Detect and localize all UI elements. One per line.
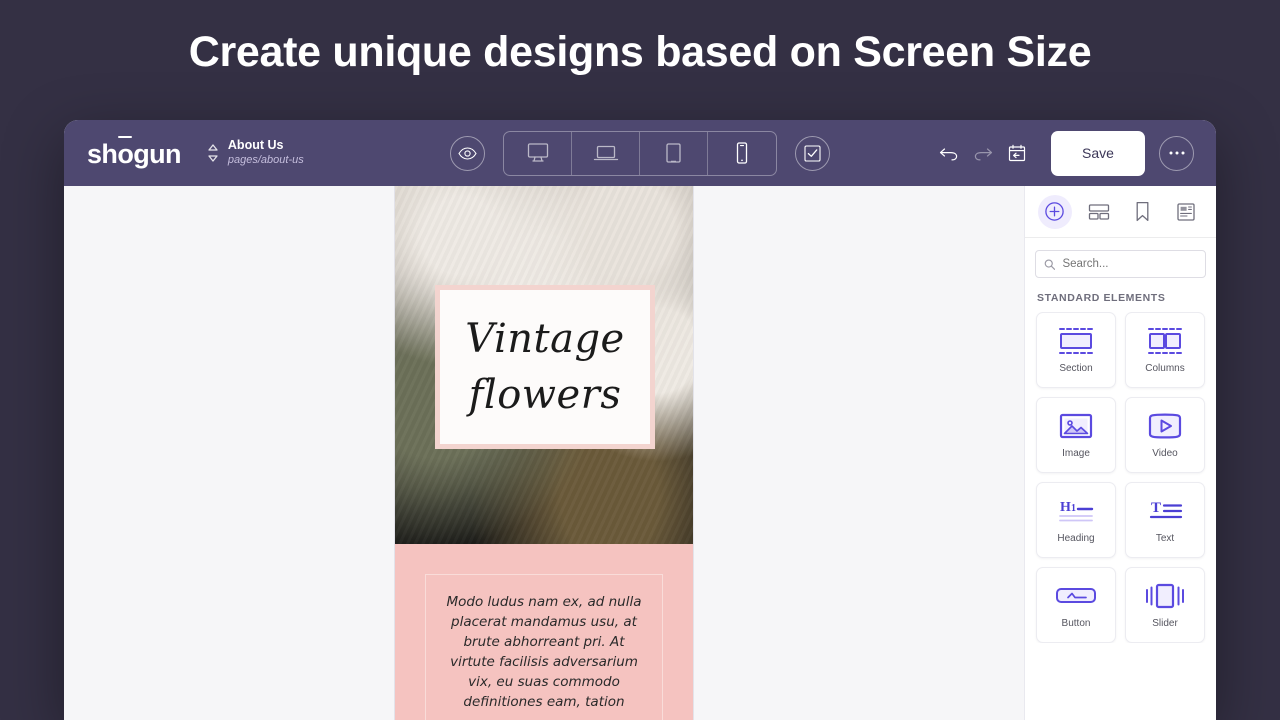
- checkbox-check-icon: [804, 144, 821, 162]
- ellipsis-icon: [1169, 151, 1184, 155]
- mobile-icon: [736, 142, 748, 164]
- top-toolbar: shogun About Us pages/about-us Save: [64, 120, 1216, 186]
- desktop-icon: [527, 143, 548, 162]
- undo-icon: [939, 148, 958, 161]
- device-switcher: [503, 130, 777, 176]
- element-label: Video: [1152, 448, 1178, 459]
- element-label: Heading: [1057, 533, 1095, 544]
- publish-button[interactable]: [795, 135, 830, 171]
- elements-grid: Section Columns Image Video H 1 Heading …: [1025, 312, 1216, 643]
- pink-text-section[interactable]: Modo ludus nam ex, ad nulla placerat man…: [395, 544, 693, 720]
- svg-text:1: 1: [1071, 503, 1076, 514]
- panel-tab-add[interactable]: [1037, 194, 1072, 229]
- eye-icon: [458, 146, 477, 160]
- image-icon: [1059, 411, 1093, 441]
- page-path: pages/about-us: [227, 153, 304, 166]
- svg-text:H: H: [1060, 500, 1071, 515]
- element-card-columns[interactable]: Columns: [1125, 312, 1205, 388]
- tablet-icon: [666, 143, 681, 163]
- device-mobile-button[interactable]: [708, 132, 776, 175]
- search-icon: [1044, 258, 1056, 270]
- version-history-button[interactable]: [1000, 136, 1034, 170]
- device-tablet-button[interactable]: [640, 131, 708, 175]
- svg-text:T: T: [1151, 500, 1161, 516]
- element-label: Slider: [1152, 618, 1178, 629]
- button-icon: [1054, 581, 1098, 611]
- app-window: shogun About Us pages/about-us Save Vint…: [64, 120, 1216, 720]
- calendar-back-icon: [1008, 144, 1026, 162]
- page-name: About Us: [227, 138, 284, 153]
- section-icon: [1056, 326, 1096, 356]
- panel-tab-bar: [1025, 186, 1216, 238]
- columns-icon: [1145, 326, 1185, 356]
- preview-button[interactable]: [450, 135, 485, 171]
- hero-image-block[interactable]: Vintage flowers: [395, 186, 693, 544]
- laptop-icon: [593, 145, 618, 161]
- element-card-section[interactable]: Section: [1036, 312, 1116, 388]
- toolbar-center-group: [450, 130, 830, 176]
- element-card-video[interactable]: Video: [1125, 397, 1205, 473]
- page-title: Create unique designs based on Screen Si…: [188, 28, 1092, 76]
- element-label: Columns: [1145, 363, 1185, 374]
- search-box[interactable]: [1035, 250, 1206, 278]
- mobile-viewport[interactable]: Vintage flowers Modo ludus nam ex, ad nu…: [394, 186, 694, 720]
- element-label: Image: [1062, 448, 1090, 459]
- save-button[interactable]: Save: [1051, 130, 1145, 176]
- pink-text-box[interactable]: Modo ludus nam ex, ad nulla placerat man…: [425, 574, 663, 720]
- element-card-text[interactable]: T Text: [1125, 482, 1205, 558]
- element-card-button[interactable]: Button: [1036, 567, 1116, 643]
- slider-icon: [1144, 581, 1186, 611]
- pink-body-text: Modo ludus nam ex, ad nulla placerat man…: [446, 594, 642, 710]
- element-card-image[interactable]: Image: [1036, 397, 1116, 473]
- shogun-logo[interactable]: shogun: [87, 140, 182, 168]
- search-container: [1025, 238, 1216, 286]
- chevron-updown-icon: [208, 144, 218, 162]
- page-root: Create unique designs based on Screen Si…: [0, 0, 1280, 720]
- redo-icon: [974, 148, 993, 161]
- plus-circle-icon: [1045, 202, 1065, 221]
- element-label: Section: [1059, 363, 1093, 374]
- text-icon: T: [1144, 496, 1186, 526]
- device-desktop-button[interactable]: [504, 131, 572, 175]
- elements-panel: STANDARD ELEMENTS Section: [1024, 186, 1216, 720]
- toolbar-right-group: Save: [932, 130, 1216, 176]
- hero-title-line1: Vintage: [465, 316, 625, 362]
- element-label: Button: [1061, 618, 1091, 629]
- more-options-button[interactable]: [1159, 135, 1194, 171]
- heading-icon: H 1: [1055, 496, 1097, 526]
- template-page-icon: [1177, 202, 1195, 221]
- video-icon: [1146, 411, 1184, 441]
- panel-tab-saved[interactable]: [1125, 195, 1159, 229]
- panel-tab-templates[interactable]: [1169, 195, 1203, 229]
- search-input[interactable]: [1062, 258, 1197, 270]
- hero-title-card[interactable]: Vintage flowers: [435, 285, 655, 449]
- standard-elements-title: STANDARD ELEMENTS: [1037, 292, 1166, 304]
- element-card-slider[interactable]: Slider: [1125, 567, 1205, 643]
- bookmark-icon: [1136, 201, 1149, 222]
- element-card-heading[interactable]: H 1 Heading: [1036, 482, 1116, 558]
- canvas-area[interactable]: Vintage flowers Modo ludus nam ex, ad nu…: [64, 186, 1024, 720]
- editor-body: Vintage flowers Modo ludus nam ex, ad nu…: [64, 186, 1216, 720]
- device-laptop-button[interactable]: [572, 131, 640, 175]
- save-button-label: Save: [1082, 145, 1114, 161]
- element-label: Text: [1155, 533, 1175, 544]
- hero-title-line2: flowers: [468, 372, 622, 418]
- redo-button[interactable]: [966, 136, 1000, 170]
- page-selector[interactable]: About Us pages/about-us: [207, 138, 304, 167]
- layout-rows-icon: [1088, 203, 1109, 220]
- panel-tab-layout[interactable]: [1082, 195, 1116, 229]
- undo-button[interactable]: [932, 136, 966, 170]
